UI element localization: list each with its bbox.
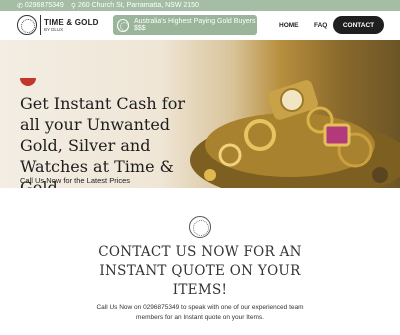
promo-banner: Australia's Highest Paying Gold Buyers $…: [113, 15, 257, 35]
site-logo[interactable]: TIME & GOLD BY DLUX: [17, 15, 99, 35]
contact-button[interactable]: CONTACT: [333, 16, 384, 34]
top-info-bar: ✆ 0296875349 ⚲ 260 Church St, Parramatta…: [0, 0, 400, 11]
hero-subtext: Call Us Now for the Latest Prices: [20, 176, 131, 185]
logo-text: TIME & GOLD BY DLUX: [44, 18, 99, 33]
address-text: 260 Church St, Parramatta, NSW 2150: [77, 2, 199, 9]
address-link[interactable]: ⚲ 260 Church St, Parramatta, NSW 2150: [71, 2, 199, 10]
phone-icon: ✆: [17, 2, 23, 10]
nav-home-link[interactable]: HOME: [279, 22, 299, 29]
nav-faq-link[interactable]: FAQ: [314, 22, 327, 29]
logo-divider: [40, 15, 41, 35]
logo-tagline: BY DLUX: [44, 26, 64, 32]
hero-ribbon: [20, 78, 36, 86]
gold-jewellery-image: [190, 80, 400, 188]
promo-text: Australia's Highest Paying Gold Buyers $…: [134, 18, 256, 32]
logo-name: TIME & GOLD: [44, 17, 99, 27]
section-title: CONTACT US NOW FOR AN INSTANT QUOTE ON Y…: [98, 244, 302, 298]
phone-link[interactable]: ✆ 0296875349: [17, 2, 64, 10]
location-pin-icon: ⚲: [70, 2, 76, 10]
ring-divider-icon: [189, 216, 211, 238]
section-text: Call Us Now on 0296875349 to speak with …: [96, 304, 304, 321]
ring-logo-icon: [17, 15, 37, 35]
ring-badge-icon: [117, 18, 129, 32]
hero-heading: Get Instant Cash for all your Unwanted G…: [20, 94, 185, 188]
phone-number: 0296875349: [24, 2, 64, 9]
hero-banner: Get Instant Cash for all your Unwanted G…: [0, 40, 400, 188]
